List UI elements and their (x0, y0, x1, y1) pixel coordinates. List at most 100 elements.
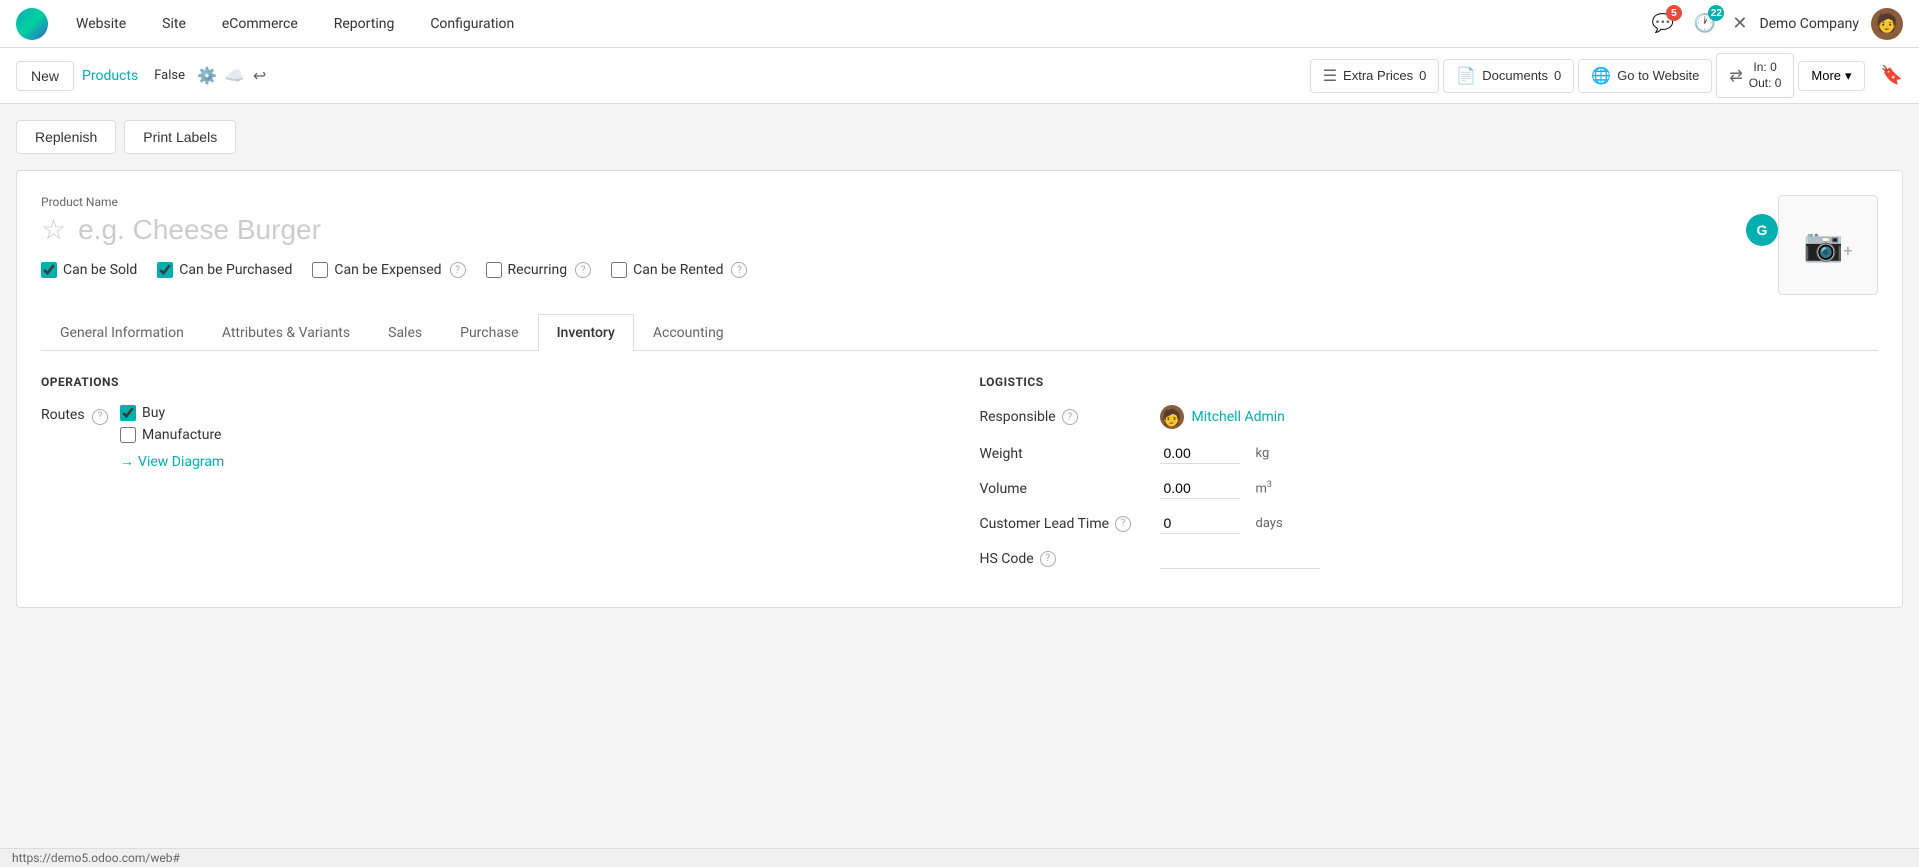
company-name: Demo Company (1759, 16, 1859, 32)
tab-general[interactable]: General Information (41, 314, 203, 351)
more-button[interactable]: More ▾ (1798, 61, 1864, 91)
can-be-expensed-checkbox[interactable] (312, 262, 328, 278)
document-icon: 📄 (1456, 66, 1476, 86)
manufacture-route-checkbox[interactable] (120, 427, 136, 443)
print-labels-button[interactable]: Print Labels (124, 120, 236, 154)
tab-attributes[interactable]: Attributes & Variants (203, 314, 369, 351)
view-diagram-link[interactable]: → View Diagram (120, 453, 224, 470)
arrow-right-icon: → (120, 453, 134, 470)
user-avatar[interactable]: 🧑 (1871, 8, 1903, 40)
nav-configuration[interactable]: Configuration (422, 12, 522, 36)
form-card: Product Name ☆ G Can be Sold Can be Purc… (16, 170, 1903, 608)
tab-inventory[interactable]: Inventory (538, 314, 634, 351)
extra-prices-button[interactable]: ☰ Extra Prices 0 (1310, 59, 1440, 93)
go-to-website-button[interactable]: 🌐 Go to Website (1578, 59, 1712, 93)
nav-site[interactable]: Site (154, 12, 194, 36)
breadcrumb-products[interactable]: Products (82, 68, 138, 84)
manufacture-route-label: Manufacture (142, 427, 221, 443)
recurring-label: Recurring (508, 262, 568, 278)
manufacture-route-item[interactable]: Manufacture (120, 427, 224, 443)
nav-icons: 💬 5 🕐 22 ✕ Demo Company 🧑 (1648, 8, 1904, 40)
customer-lead-time-unit: days (1256, 516, 1283, 531)
favorite-star-icon[interactable]: ☆ (41, 213, 66, 246)
nav-ecommerce[interactable]: eCommerce (214, 12, 306, 36)
routes-help-icon[interactable]: ? (92, 409, 108, 425)
can-be-purchased-item[interactable]: Can be Purchased (157, 262, 292, 278)
customer-lead-time-help-icon[interactable]: ? (1115, 516, 1131, 532)
chat-button[interactable]: 💬 5 (1648, 9, 1678, 38)
toolbar-icons: ⚙️ ☁️ ↩ (197, 66, 266, 85)
weight-value: kg (1160, 443, 1879, 464)
volume-input[interactable] (1160, 478, 1240, 499)
can-be-sold-checkbox[interactable] (41, 262, 57, 278)
buy-route-item[interactable]: Buy (120, 405, 224, 421)
grammarly-button[interactable]: G (1746, 214, 1778, 246)
can-be-sold-item[interactable]: Can be Sold (41, 262, 137, 278)
in-out-button[interactable]: ⇄ In: 0 Out: 0 (1716, 53, 1794, 98)
recurring-help-icon[interactable]: ? (575, 262, 591, 278)
go-to-website-label: Go to Website (1617, 68, 1699, 83)
upload-icon[interactable]: ☁️ (225, 66, 245, 85)
responsible-help-icon[interactable]: ? (1062, 409, 1078, 425)
refresh-icon[interactable]: ↩ (253, 66, 266, 85)
recurring-item[interactable]: Recurring ? (486, 262, 592, 278)
can-be-rented-help-icon[interactable]: ? (731, 262, 747, 278)
in-label: In: 0 (1749, 60, 1782, 76)
checkboxes-row: Can be Sold Can be Purchased Can be Expe… (41, 262, 1778, 278)
volume-label-text: Volume (980, 481, 1027, 497)
can-be-purchased-label: Can be Purchased (179, 262, 292, 278)
hs-code-label: HS Code ? (980, 551, 1160, 567)
documents-label: Documents (1482, 68, 1548, 83)
tab-accounting[interactable]: Accounting (634, 314, 743, 351)
customer-lead-time-input[interactable] (1160, 513, 1240, 534)
tab-sales[interactable]: Sales (369, 314, 441, 351)
breadcrumb-status: False (154, 68, 185, 83)
operations-section: OPERATIONS Routes ? Buy Manufacture (41, 375, 940, 583)
replenish-button[interactable]: Replenish (16, 120, 116, 154)
customer-lead-time-label-text: Customer Lead Time (980, 516, 1110, 532)
recurring-checkbox[interactable] (486, 262, 502, 278)
bookmark-icon[interactable]: 🔖 (1881, 65, 1903, 86)
hs-code-input[interactable] (1160, 548, 1320, 569)
can-be-rented-item[interactable]: Can be Rented ? (611, 262, 747, 278)
customer-lead-time-label: Customer Lead Time ? (980, 516, 1160, 532)
gear-icon[interactable]: ⚙️ (197, 66, 217, 85)
extra-prices-count: 0 (1419, 68, 1426, 83)
product-name-input[interactable] (78, 214, 1734, 246)
weight-input[interactable] (1160, 443, 1240, 464)
routes-label: Routes ? (41, 405, 108, 425)
documents-button[interactable]: 📄 Documents 0 (1443, 59, 1574, 93)
buy-route-label: Buy (142, 405, 165, 421)
toolbar-actions: ☰ Extra Prices 0 📄 Documents 0 🌐 Go to W… (1310, 53, 1865, 98)
customer-lead-time-value: days (1160, 513, 1879, 534)
can-be-expensed-item[interactable]: Can be Expensed ? (312, 262, 465, 278)
can-be-purchased-checkbox[interactable] (157, 262, 173, 278)
list-icon: ☰ (1323, 66, 1337, 86)
product-image[interactable]: 📷+ (1778, 195, 1878, 295)
documents-count: 0 (1554, 68, 1561, 83)
settings-icon[interactable]: ✕ (1732, 13, 1747, 34)
chevron-down-icon: ▾ (1845, 68, 1852, 84)
clock-button[interactable]: 🕐 22 (1690, 9, 1720, 38)
tabs: General Information Attributes & Variant… (41, 314, 1878, 351)
hs-code-row: HS Code ? (980, 548, 1879, 569)
hs-code-help-icon[interactable]: ? (1040, 551, 1056, 567)
responsible-row: Responsible ? 🧑 Mitchell Admin (980, 405, 1879, 429)
tab-purchase[interactable]: Purchase (441, 314, 537, 351)
weight-row: Weight kg (980, 443, 1879, 464)
routes-options: Buy Manufacture → View Diagram (120, 405, 224, 470)
weight-label-text: Weight (980, 446, 1023, 462)
nav-website[interactable]: Website (68, 12, 134, 36)
volume-value: m3 (1160, 478, 1879, 499)
new-button[interactable]: New (16, 61, 74, 91)
status-url: https://demo5.odoo.com/web# (12, 851, 180, 865)
can-be-expensed-help-icon[interactable]: ? (450, 262, 466, 278)
extra-prices-label: Extra Prices (1343, 68, 1413, 83)
hs-code-value (1160, 548, 1879, 569)
can-be-rented-checkbox[interactable] (611, 262, 627, 278)
product-name-label: Product Name (41, 195, 1778, 209)
nav-reporting[interactable]: Reporting (326, 12, 403, 36)
buy-route-checkbox[interactable] (120, 405, 136, 421)
responsible-name[interactable]: Mitchell Admin (1192, 409, 1285, 425)
product-header-main: Product Name ☆ G Can be Sold Can be Purc… (41, 195, 1778, 298)
